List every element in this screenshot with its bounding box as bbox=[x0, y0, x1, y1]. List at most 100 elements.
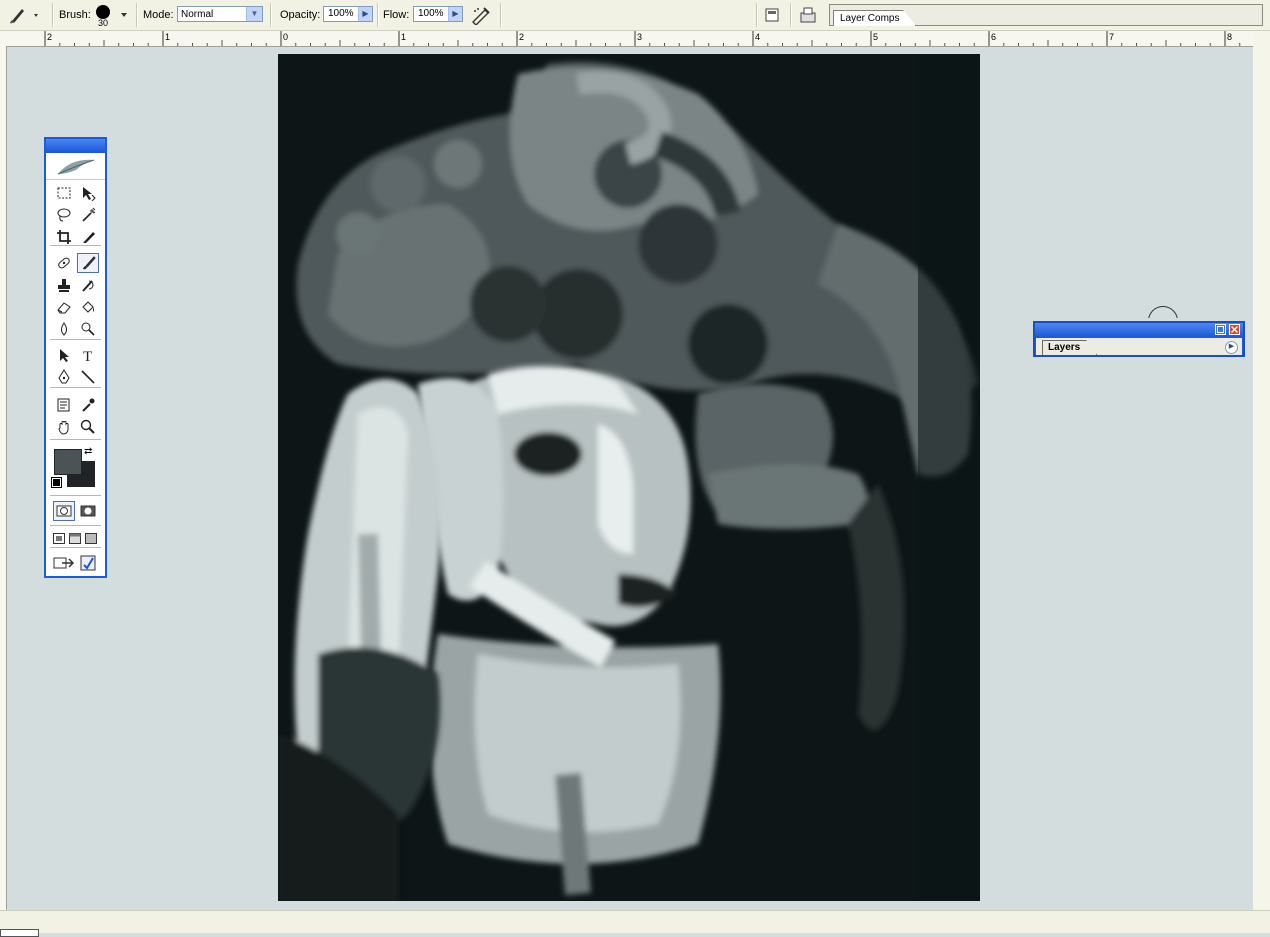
type-tool[interactable]: T bbox=[77, 345, 99, 365]
flow-label: Flow: bbox=[383, 9, 410, 21]
full-screen-menu-mode-button[interactable] bbox=[67, 528, 83, 548]
dodge-tool[interactable] bbox=[77, 319, 99, 339]
blur-tool[interactable] bbox=[53, 319, 75, 339]
file-browser-button[interactable] bbox=[763, 0, 781, 30]
layer-comps-tab-label: Layer Comps bbox=[840, 13, 900, 24]
eyedropper-tool[interactable] bbox=[77, 395, 99, 415]
eraser-icon bbox=[57, 302, 71, 314]
eraser-tool[interactable] bbox=[53, 297, 75, 317]
flow-field[interactable]: 100% ▶ bbox=[413, 6, 463, 22]
screen-mode-full-menu-icon bbox=[69, 532, 81, 544]
palette-menu-arrow-icon[interactable]: ▶ bbox=[1225, 341, 1238, 354]
opacity-value: 100% bbox=[328, 8, 354, 19]
toolbar-separator bbox=[756, 3, 758, 27]
hand-tool[interactable] bbox=[53, 417, 75, 437]
toolbox-palette: T ⇄ bbox=[44, 137, 107, 578]
pen-icon bbox=[58, 369, 70, 384]
notes-icon bbox=[57, 398, 70, 412]
toolbar-separator bbox=[270, 3, 272, 27]
standard-mode-icon bbox=[56, 505, 72, 517]
palette-well: Layer Comps bbox=[829, 4, 1263, 26]
vertical-scroll-area[interactable] bbox=[1253, 31, 1270, 912]
default-colors-icon[interactable] bbox=[51, 477, 62, 488]
brush-size-value: 30 bbox=[97, 17, 108, 28]
toolbox-divider bbox=[50, 387, 101, 388]
horizontal-ruler: 2 1 0 1 2 3 4 5 6 7 8 bbox=[0, 31, 1253, 47]
ruler-label: 2 bbox=[47, 32, 52, 42]
status-bar bbox=[0, 910, 1270, 937]
line-tool[interactable] bbox=[77, 367, 99, 387]
swap-colors-icon[interactable]: ⇄ bbox=[84, 446, 92, 457]
brush-icon bbox=[83, 256, 96, 270]
standard-screen-mode-button[interactable] bbox=[51, 528, 67, 548]
minimize-icon bbox=[1217, 326, 1224, 333]
palette-well-icon bbox=[800, 7, 816, 23]
ruler-label: 7 bbox=[1109, 32, 1114, 42]
quick-mask-button[interactable] bbox=[77, 501, 99, 521]
brush-tool[interactable] bbox=[77, 253, 99, 273]
toolbar-separator bbox=[500, 3, 502, 27]
pen-tool[interactable] bbox=[53, 367, 75, 387]
tool-preset-picker[interactable] bbox=[8, 0, 38, 30]
full-screen-mode-button[interactable] bbox=[83, 528, 99, 548]
crop-tool[interactable] bbox=[53, 227, 75, 247]
move-tool[interactable] bbox=[77, 183, 99, 203]
flow-slider-arrow-icon[interactable]: ▶ bbox=[448, 7, 462, 21]
toolbar-separator bbox=[790, 3, 792, 27]
zoom-icon bbox=[80, 419, 95, 434]
clone-stamp-icon bbox=[58, 279, 70, 292]
dodge-icon bbox=[81, 322, 95, 336]
zoom-tool[interactable] bbox=[77, 417, 99, 437]
lasso-tool[interactable] bbox=[53, 205, 75, 225]
imageready-button[interactable] bbox=[77, 553, 99, 573]
opacity-field[interactable]: 100% ▶ bbox=[323, 6, 373, 22]
screen-mode-standard-icon bbox=[53, 532, 65, 544]
screen-mode-full-icon bbox=[85, 532, 97, 544]
toolbox-divider bbox=[50, 339, 101, 340]
magic-wand-tool[interactable] bbox=[77, 205, 99, 225]
svg-text:T: T bbox=[83, 349, 92, 363]
imageready-icon bbox=[80, 555, 96, 571]
toolbar-separator bbox=[377, 3, 379, 27]
vertical-ruler bbox=[0, 46, 7, 912]
slice-tool[interactable] bbox=[77, 227, 99, 247]
zoom-field[interactable] bbox=[0, 929, 39, 937]
file-browser-icon bbox=[765, 8, 779, 22]
layers-palette-titlebar[interactable] bbox=[1035, 323, 1243, 337]
marquee-tool[interactable] bbox=[53, 183, 75, 203]
toolbox-titlebar[interactable] bbox=[46, 139, 105, 153]
toolbar-separator bbox=[52, 3, 54, 27]
layer-comps-tab[interactable]: Layer Comps bbox=[833, 10, 917, 26]
brush-picker[interactable]: 30 bbox=[96, 0, 110, 30]
layers-tab[interactable]: Layers bbox=[1042, 340, 1098, 355]
notes-tool[interactable] bbox=[53, 395, 75, 415]
move-icon bbox=[83, 187, 96, 201]
healing-brush-tool[interactable] bbox=[53, 253, 75, 273]
document-canvas[interactable] bbox=[278, 54, 980, 901]
mode-label: Mode: bbox=[143, 9, 174, 21]
crop-icon bbox=[57, 230, 71, 244]
paint-bucket-tool[interactable] bbox=[77, 297, 99, 317]
path-selection-tool[interactable] bbox=[53, 345, 75, 365]
hand-icon bbox=[58, 421, 69, 435]
ruler-label: 5 bbox=[873, 32, 878, 42]
airbrush-button[interactable] bbox=[470, 0, 492, 30]
standard-mode-button[interactable] bbox=[53, 501, 75, 521]
paint-bucket-icon bbox=[82, 301, 94, 313]
foreground-color-swatch[interactable] bbox=[54, 449, 82, 475]
brush-dropdown-icon[interactable] bbox=[121, 0, 129, 30]
mode-select[interactable]: Normal ▼ bbox=[177, 6, 263, 22]
clone-stamp-tool[interactable] bbox=[53, 275, 75, 295]
opacity-slider-arrow-icon[interactable]: ▶ bbox=[358, 7, 372, 21]
ruler-label: 6 bbox=[991, 32, 996, 42]
jump-to-imageready-button[interactable] bbox=[53, 553, 75, 573]
palette-well-button[interactable] bbox=[797, 0, 819, 30]
layers-palette-body: Layers ▶ bbox=[1036, 338, 1242, 355]
history-brush-tool[interactable] bbox=[77, 275, 99, 295]
toolbox-divider bbox=[50, 439, 101, 440]
close-palette-button[interactable] bbox=[1229, 324, 1240, 335]
minimize-palette-button[interactable] bbox=[1215, 324, 1226, 335]
ruler-ticks: 2 1 0 1 2 3 4 5 6 7 8 bbox=[44, 31, 1241, 46]
photoshop-feather-logo[interactable] bbox=[46, 153, 105, 180]
lasso-icon bbox=[57, 208, 71, 222]
